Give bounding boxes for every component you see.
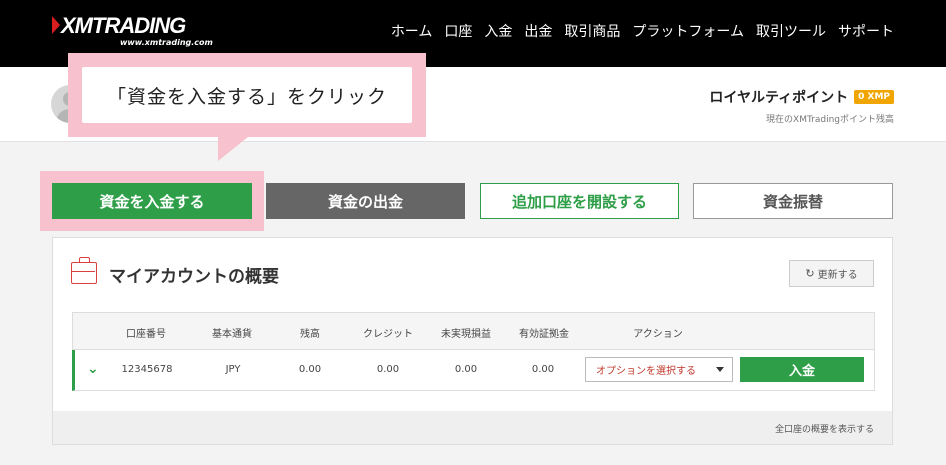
nav-products[interactable]: 取引商品 bbox=[564, 22, 620, 42]
nav-deposit[interactable]: 入金 bbox=[484, 22, 512, 42]
briefcase-icon bbox=[71, 257, 97, 284]
xmp-badge: 0 XMP bbox=[854, 90, 894, 104]
balance: 0.00 bbox=[298, 364, 322, 375]
table-row: ⌄ 12345678 JPY 0.00 0.00 0.00 0.00 オプション… bbox=[72, 350, 875, 391]
col-equity: 有効証拠金 bbox=[519, 329, 569, 340]
accounts-table: 口座番号 基本通貨 残高 クレジット 未実現損益 有効証拠金 アクション ⌄ 1… bbox=[72, 312, 875, 391]
main-nav: ホーム 口座 入金 出金 取引商品 プラットフォーム 取引ツール サポート bbox=[379, 22, 894, 42]
logo-x-mark-icon bbox=[52, 16, 60, 34]
view-all-accounts-link[interactable]: 全口座の概要を表示する bbox=[775, 422, 874, 435]
refresh-label: 更新する bbox=[817, 270, 858, 281]
refresh-icon: ↻ bbox=[805, 267, 815, 280]
col-action: アクション bbox=[633, 329, 683, 340]
deposit-funds-button[interactable]: 資金を入金する bbox=[52, 183, 252, 219]
xmtrading-logo[interactable]: XMTRADING www.xmtrading.com bbox=[52, 14, 213, 48]
chevron-down-icon[interactable]: ⌄ bbox=[87, 361, 99, 377]
withdraw-funds-button[interactable]: 資金の出金 bbox=[266, 183, 465, 219]
unrealized-pnl: 0.00 bbox=[454, 364, 478, 375]
nav-platforms[interactable]: プラットフォーム bbox=[632, 22, 744, 42]
panel-title: マイアカウントの概要 bbox=[109, 267, 279, 287]
nav-support[interactable]: サポート bbox=[838, 22, 894, 42]
col-base-currency: 基本通貨 bbox=[212, 329, 252, 340]
account-number: 12345678 bbox=[121, 364, 173, 375]
panel-footer: 全口座の概要を表示する bbox=[53, 411, 892, 444]
open-additional-account-button[interactable]: 追加口座を開設する bbox=[480, 183, 679, 219]
instruction-callout: 「資金を入金する」をクリック bbox=[68, 53, 426, 137]
col-balance: 残高 bbox=[300, 329, 320, 340]
logo-text: XMTRADING bbox=[61, 13, 186, 38]
col-unrealized-pnl: 未実現損益 bbox=[441, 329, 491, 340]
refresh-button[interactable]: ↻ 更新する bbox=[789, 260, 874, 287]
nav-home[interactable]: ホーム bbox=[391, 22, 433, 42]
row-deposit-button[interactable]: 入金 bbox=[740, 357, 864, 382]
action-select[interactable]: オプションを選択する bbox=[585, 357, 733, 382]
royalty-subtitle: 現在のXMTradingポイント残高 bbox=[766, 115, 894, 125]
col-credit: クレジット bbox=[363, 329, 413, 340]
callout-tail bbox=[218, 137, 248, 161]
col-account-number: 口座番号 bbox=[126, 329, 166, 340]
royalty-points: ロイヤルティポイント 0 XMP 現在のXMTradingポイント残高 bbox=[709, 87, 894, 125]
action-select-label: オプションを選択する bbox=[596, 366, 696, 377]
base-currency: JPY bbox=[225, 364, 241, 375]
nav-tools[interactable]: 取引ツール bbox=[756, 22, 826, 42]
account-overview-panel: マイアカウントの概要 ↻ 更新する 口座番号 基本通貨 残高 クレジット 未実現… bbox=[52, 237, 893, 445]
transfer-funds-button[interactable]: 資金振替 bbox=[693, 183, 893, 219]
table-header: 口座番号 基本通貨 残高 クレジット 未実現損益 有効証拠金 アクション bbox=[72, 312, 875, 350]
nav-withdraw[interactable]: 出金 bbox=[524, 22, 552, 42]
nav-account[interactable]: 口座 bbox=[444, 22, 472, 42]
logo-url: www.xmtrading.com bbox=[120, 38, 213, 47]
callout-text: 「資金を入金する」をクリック bbox=[82, 67, 412, 123]
credit: 0.00 bbox=[376, 364, 400, 375]
equity: 0.00 bbox=[531, 364, 555, 375]
caret-down-icon bbox=[716, 367, 724, 372]
royalty-title: ロイヤルティポイント bbox=[709, 90, 849, 106]
